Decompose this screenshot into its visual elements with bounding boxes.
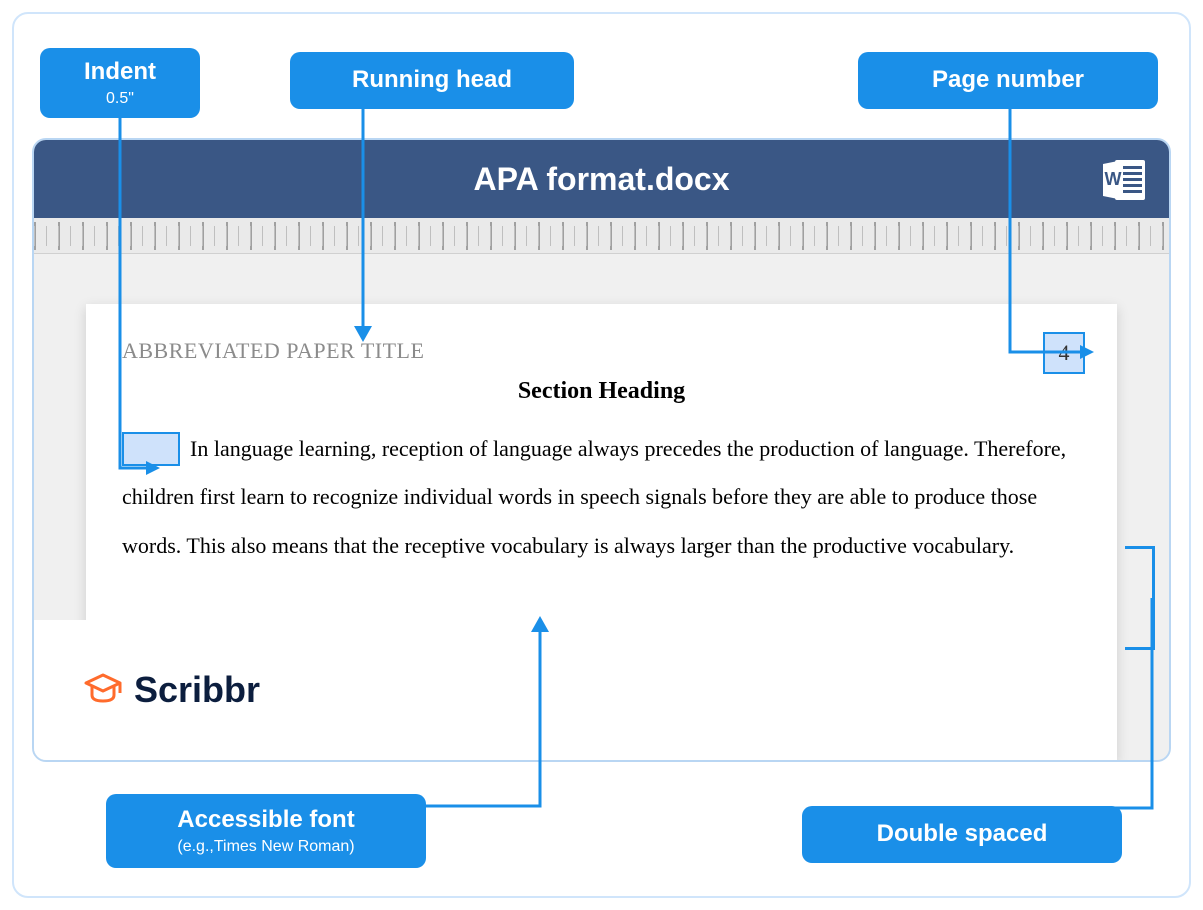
- scribbr-cap-icon: [82, 669, 124, 711]
- callout-accessible-font-sub: (e.g.,Times New Roman): [124, 837, 408, 856]
- arrow-page-number: [990, 108, 1110, 368]
- line-spacing-bracket: [1125, 546, 1155, 650]
- arrow-running-head: [348, 108, 378, 344]
- scribbr-name: Scribbr: [134, 669, 260, 711]
- callout-page-number-label: Page number: [886, 66, 1130, 95]
- callout-double-spaced: Double spaced: [802, 806, 1122, 863]
- callout-running-head: Running head: [290, 52, 574, 109]
- callout-accessible-font-label: Accessible font: [124, 806, 408, 835]
- callout-page-number: Page number: [858, 52, 1158, 109]
- body-text: In language learning, reception of langu…: [122, 425, 1081, 570]
- callout-indent-label: Indent: [52, 58, 188, 87]
- arrow-accessible-font: [420, 612, 560, 812]
- scribbr-badge: Scribbr: [34, 620, 374, 760]
- callout-accessible-font: Accessible font (e.g.,Times New Roman): [106, 794, 426, 868]
- arrow-indent: [114, 114, 164, 484]
- document-filename: APA format.docx: [473, 161, 729, 198]
- scribbr-logo: Scribbr: [82, 669, 260, 711]
- callout-double-spaced-label: Double spaced: [830, 820, 1094, 849]
- arrow-double-spaced: [1070, 598, 1170, 814]
- callout-indent: Indent 0.5": [40, 48, 200, 118]
- running-head-text: ABBREVIATED PAPER TITLE: [122, 338, 1081, 364]
- section-heading: Section Heading: [122, 378, 1081, 405]
- callout-running-head-label: Running head: [318, 66, 546, 95]
- callout-indent-sub: 0.5": [52, 89, 188, 108]
- body-paragraph: In language learning, reception of langu…: [122, 436, 1066, 558]
